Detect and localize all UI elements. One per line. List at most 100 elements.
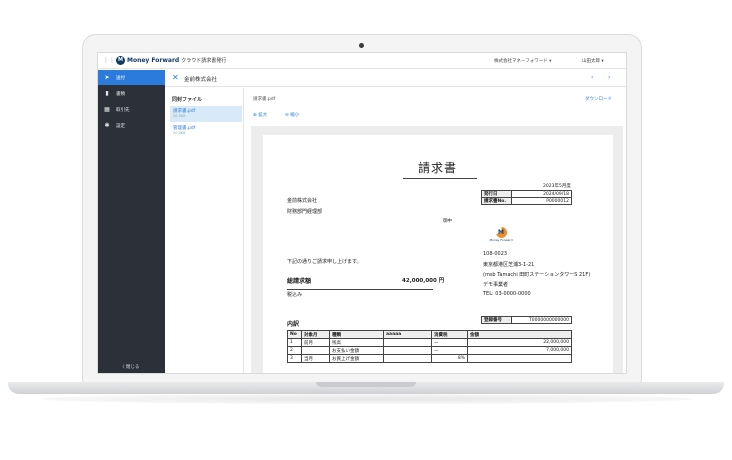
sidebar-item-partners[interactable]: ▦ 取引先: [98, 102, 165, 117]
billing-month: 2023年5月度: [543, 184, 571, 189]
table-cell: ー: [431, 346, 468, 355]
logo-name: Money Forward: [127, 57, 180, 64]
laptop-notch: [316, 382, 416, 387]
file-size: 20.0KB: [173, 114, 186, 118]
table-cell: 7,000,000: [467, 346, 572, 355]
app-logo[interactable]: M Money Forward クラウド請求書発行: [116, 56, 226, 65]
pdf-viewport[interactable]: 請求書 2023年5月度 金前株式会社 財務部門経理部 御中 発行日 2024/…: [251, 126, 623, 373]
sender-address-2: (msb Tamachi 田町ステーションタワーS 21F): [483, 272, 591, 278]
gear-icon: ✱: [104, 122, 110, 129]
sender-name: デモ事業者: [483, 282, 509, 288]
table-cell: 22,000,000: [467, 338, 572, 347]
title-underline: [403, 178, 477, 179]
table-cell: 8%: [431, 354, 468, 363]
column-header: aaaaa: [383, 330, 432, 339]
sender-address-1: 東京都港区芝浦3-1-21: [483, 262, 535, 268]
invoice-page: 請求書 2023年5月度 金前株式会社 財務部門経理部 御中 発行日 2024/…: [263, 135, 613, 373]
sidebar-item-label: 送付: [116, 75, 125, 81]
camera-dot: [359, 43, 364, 48]
sender-postal: 108-0023: [483, 251, 508, 257]
brand-text: Money Forward: [489, 238, 513, 242]
table-cell: 残高: [329, 338, 384, 347]
sidebar-item-send[interactable]: ➤ 送付: [98, 70, 165, 85]
client-department: 財務部門経理部: [287, 209, 323, 215]
screen: ⋮⋮⋮ M Money Forward クラウド請求書発行 株式会社マネーフォワ…: [97, 52, 627, 374]
pdf-preview: 請求書.pdf ダウンロード ⊕ 拡大 ⊖ 縮小 請求書 2023年5月度 金前…: [245, 88, 626, 373]
table-row: 2 お支払い金額 ー 7,000,000: [287, 346, 572, 355]
preview-filename: 請求書.pdf: [253, 97, 276, 102]
zoom-out-button[interactable]: ⊖ 縮小: [285, 112, 299, 118]
product-name: クラウド請求書発行: [181, 58, 227, 64]
breakdown-title: 内訳: [287, 321, 300, 328]
column-header: 対象月: [301, 330, 330, 339]
column-header: No: [287, 330, 302, 339]
invoice-meta-table: 発行日 2024/09/18 請求書No. P0000012: [481, 190, 572, 205]
issue-date-value: 2024/09/18: [511, 190, 572, 198]
building-icon: ▦: [104, 106, 110, 113]
table-cell: お買上げ金額: [329, 354, 384, 363]
issue-date-label: 発行日: [481, 190, 512, 198]
zoom-in-button[interactable]: ⊕ 拡大: [253, 112, 267, 118]
user-menu[interactable]: 山田太郎 ▾: [582, 58, 604, 64]
table-cell: [467, 354, 572, 363]
page-title: 金前株式会社: [184, 77, 218, 83]
sender-tel: TEL: 03-0000-0000: [483, 291, 531, 297]
app-grid-icon[interactable]: ⋮⋮⋮: [103, 57, 121, 64]
brand-mark-icon: M: [495, 227, 507, 238]
column-header: 種類: [329, 330, 384, 339]
next-arrow-icon[interactable]: ›: [608, 74, 610, 81]
send-icon: ➤: [104, 74, 110, 81]
total-value: 42,000,000 円: [402, 278, 445, 284]
sidebar: ➤ 送付 ▮ 書類 ▦ 取引先 ✱ 設定 〈 閉じる: [98, 70, 165, 373]
table-cell: ー: [431, 338, 468, 347]
client-name: 金前株式会社: [287, 198, 318, 204]
table-cell: [383, 354, 432, 363]
total-label: 総請求額: [287, 278, 312, 285]
table-cell: [301, 346, 330, 355]
attached-files-panel: 同封ファイル 請求書.pdf 20.0KB 管理書.pdf 20.0KB: [165, 88, 244, 373]
table-cell: 前月: [301, 338, 330, 347]
table-cell: [383, 338, 432, 347]
table-header-row: No 対象月 種類 aaaaa 消費税 金額: [287, 330, 572, 339]
app-bar: ⋮⋮⋮ M Money Forward クラウド請求書発行 株式会社マネーフォワ…: [98, 53, 626, 69]
registration-label: 登録番号: [481, 316, 512, 324]
document-icon: ▮: [105, 90, 109, 97]
tax-note: 税込み: [287, 292, 303, 298]
detail-header: ✕ 金前株式会社 ‹ ›: [165, 70, 626, 87]
invoice-title: 請求書: [418, 161, 458, 175]
files-title: 同封ファイル: [172, 97, 203, 103]
sidebar-item-label: 書類: [116, 91, 125, 97]
table-cell: 1: [287, 338, 302, 347]
table-cell: お支払い金額: [329, 346, 384, 355]
table-row: 1 前月 残高 ー 22,000,000: [287, 338, 572, 347]
company-switcher[interactable]: 株式会社マネーフォワード ▾: [494, 58, 551, 64]
file-item-invoice[interactable]: 請求書.pdf 20.0KB: [170, 106, 242, 122]
table-cell: 3: [287, 354, 302, 363]
close-icon[interactable]: ✕: [172, 73, 179, 82]
table-cell: [383, 346, 432, 355]
download-link[interactable]: ダウンロード: [585, 96, 612, 102]
column-header: 消費税: [431, 330, 468, 339]
registration-value: T0000000000000: [511, 316, 572, 324]
close-sidebar-button[interactable]: 〈 閉じる: [120, 364, 139, 370]
invoice-no-value: P0000012: [511, 197, 572, 205]
registration-table: 登録番号 T0000000000000: [481, 316, 572, 324]
laptop-shadow: [40, 394, 692, 404]
sidebar-item-settings[interactable]: ✱ 設定: [98, 118, 165, 133]
breakdown-table: No 対象月 種類 aaaaa 消費税 金額 1 前月 残高 ー 22,000,…: [287, 330, 572, 363]
sidebar-item-documents[interactable]: ▮ 書類: [98, 86, 165, 101]
honorific: 御中: [443, 219, 452, 224]
logo-mark-icon: M: [116, 56, 125, 65]
column-header: 金額: [467, 330, 572, 339]
sidebar-item-label: 取引先: [116, 107, 130, 113]
invoice-no-label: 請求書No.: [481, 197, 512, 205]
sidebar-item-label: 設定: [116, 123, 125, 129]
table-row: 3 当月 お買上げ金額 8%: [287, 354, 572, 363]
table-cell: 2: [287, 346, 302, 355]
prev-arrow-icon[interactable]: ‹: [591, 74, 593, 81]
file-size: 20.0KB: [173, 131, 186, 135]
sender-logo: M Money Forward: [483, 227, 519, 242]
file-item-management[interactable]: 管理書.pdf 20.0KB: [170, 123, 242, 139]
table-cell: 当月: [301, 354, 330, 363]
total-underline: [287, 289, 433, 290]
